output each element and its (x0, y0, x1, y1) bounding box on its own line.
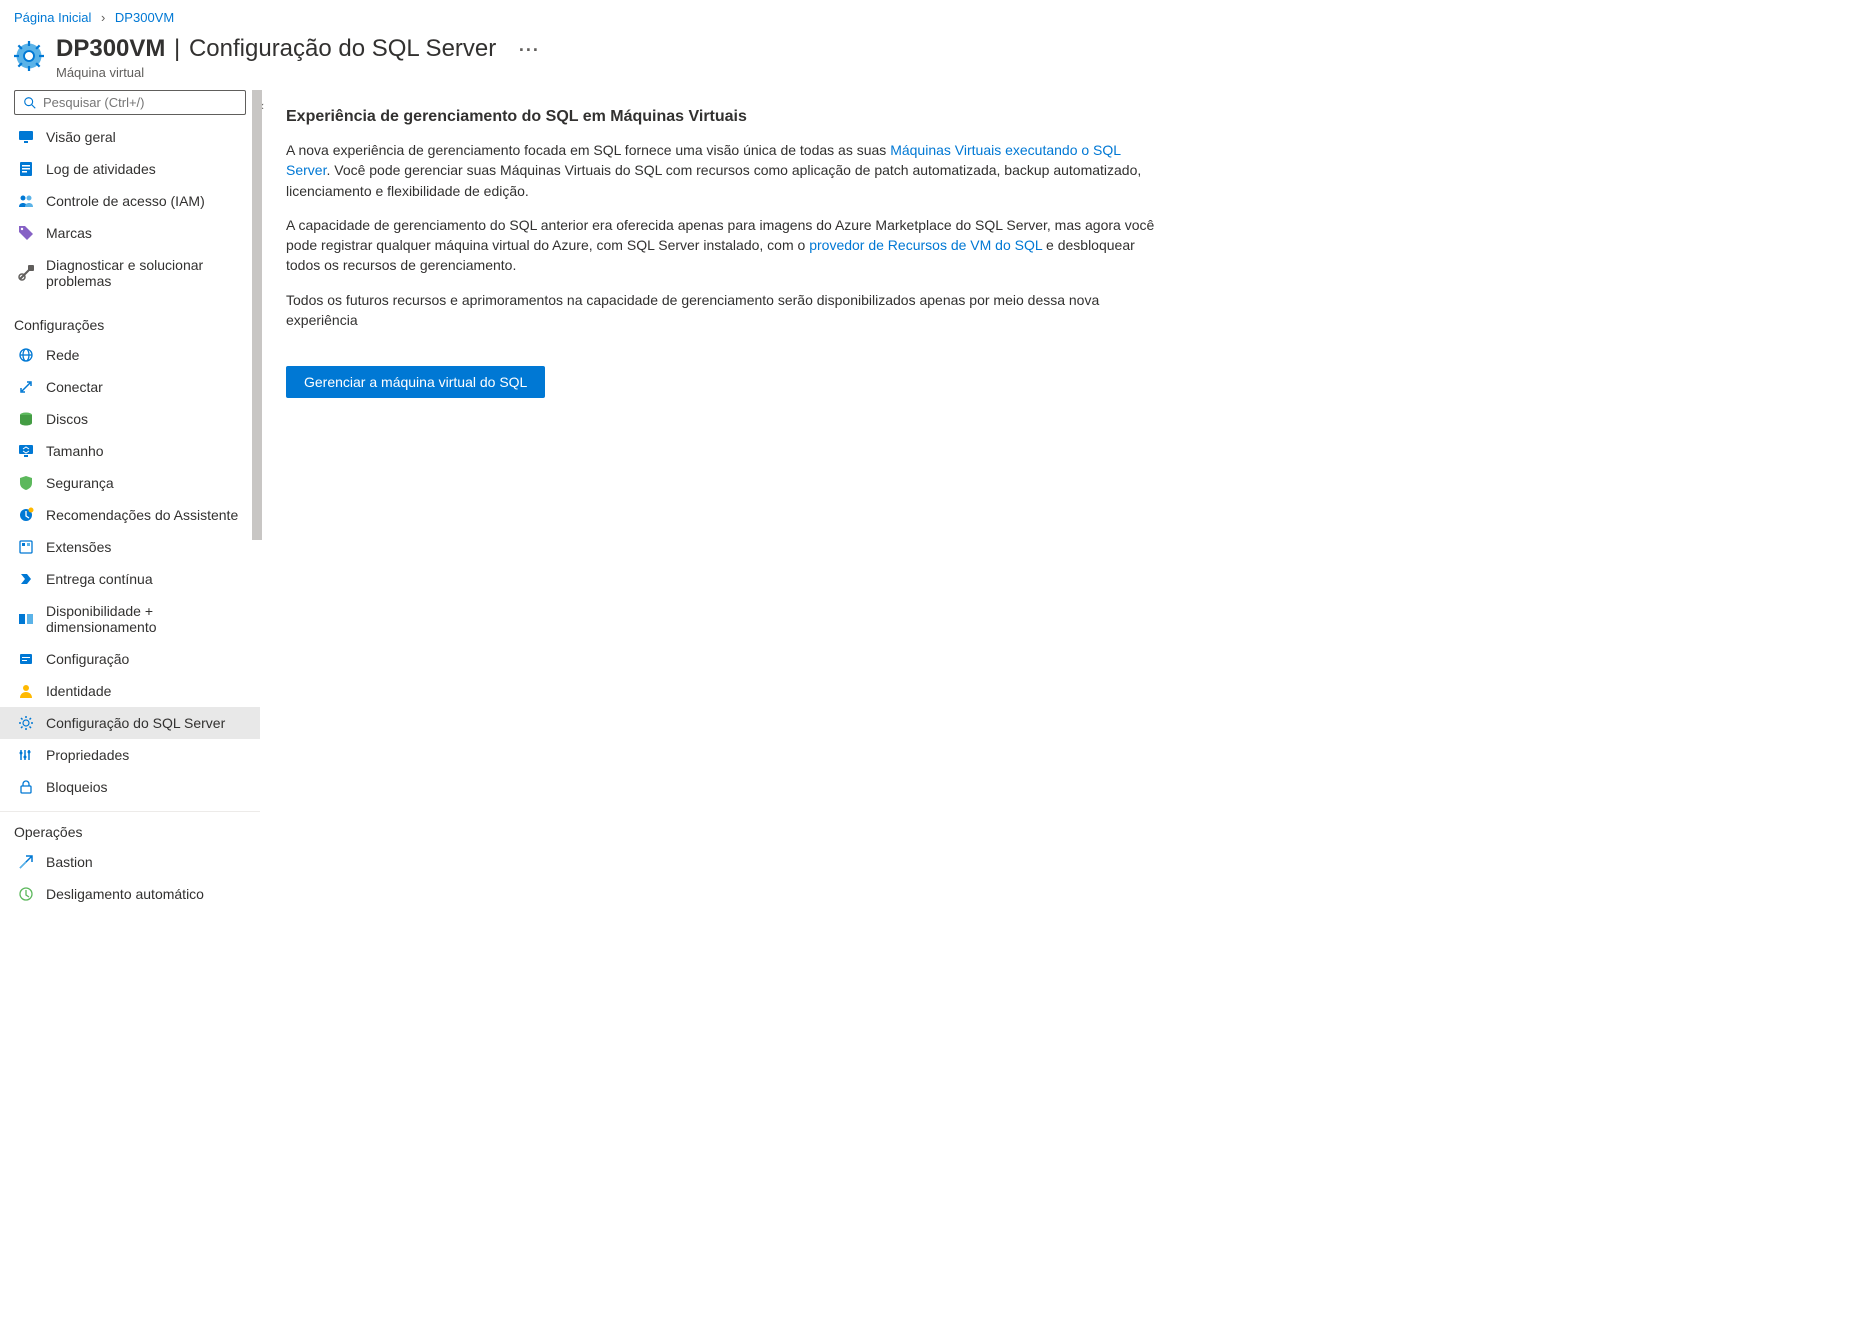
sidebar-item-extensions[interactable]: Extensões (0, 531, 260, 563)
config-icon (18, 651, 34, 667)
sidebar-item-label: Diagnosticar e solucionar problemas (46, 257, 246, 289)
sqlconfig-icon (18, 715, 34, 731)
manage-sql-vm-button[interactable]: Gerenciar a máquina virtual do SQL (286, 366, 545, 398)
sidebar-item-cd[interactable]: Entrega contínua (0, 563, 260, 595)
sidebar-item-log[interactable]: Log de atividades (0, 153, 260, 185)
extensions-icon (18, 539, 34, 555)
size-icon (18, 443, 34, 459)
sidebar-item-label: Controle de acesso (IAM) (46, 193, 205, 209)
sidebar-item-monitor[interactable]: Visão geral (0, 121, 260, 153)
diagnose-icon (18, 265, 34, 281)
content-heading: Experiência de gerenciamento do SQL em M… (286, 108, 1160, 126)
locks-icon (18, 779, 34, 795)
iam-icon (18, 193, 34, 209)
network-icon (18, 347, 34, 363)
sidebar-item-network[interactable]: Rede (0, 339, 260, 371)
sidebar-item-label: Recomendações do Assistente (46, 507, 238, 523)
sidebar-item-label: Extensões (46, 539, 111, 555)
connect-icon (18, 379, 34, 395)
advisor-icon (18, 507, 34, 523)
sidebar-group-header: Operações (0, 811, 260, 846)
breadcrumb-home[interactable]: Página Inicial (14, 10, 91, 25)
identity-icon (18, 683, 34, 699)
disks-icon (18, 411, 34, 427)
search-input-wrap[interactable] (14, 90, 246, 115)
sidebar-item-sqlconfig[interactable]: Configuração do SQL Server (0, 707, 260, 739)
page-title: DP300VM | Configuração do SQL Server ··· (56, 35, 1853, 63)
sidebar-item-label: Desligamento automático (46, 886, 204, 902)
sidebar-item-bastion[interactable]: Bastion (0, 846, 260, 878)
page-subtitle: Máquina virtual (56, 65, 1853, 80)
sidebar-item-properties[interactable]: Propriedades (0, 739, 260, 771)
content-paragraph-2: A capacidade de gerenciamento do SQL ant… (286, 215, 1160, 276)
sidebar-group-header: Configurações (0, 305, 260, 339)
sidebar-item-label: Configuração (46, 651, 129, 667)
vm-gear-icon (14, 41, 44, 71)
autoshutdown-icon (18, 886, 34, 902)
sidebar-item-connect[interactable]: Conectar (0, 371, 260, 403)
sidebar-item-locks[interactable]: Bloqueios (0, 771, 260, 803)
cd-icon (18, 571, 34, 587)
sidebar-item-label: Propriedades (46, 747, 129, 763)
content-paragraph-3: Todos os futuros recursos e aprimorament… (286, 290, 1160, 331)
sidebar-item-config[interactable]: Configuração (0, 643, 260, 675)
security-icon (18, 475, 34, 491)
sidebar-item-label: Segurança (46, 475, 114, 491)
sidebar-item-label: Conectar (46, 379, 103, 395)
more-button[interactable]: ··· (519, 40, 540, 60)
breadcrumb: Página Inicial › DP300VM (0, 0, 1853, 31)
sidebar-item-autoshutdown[interactable]: Desligamento automático (0, 878, 260, 910)
sidebar-item-label: Disponibilidade + dimensionamento (46, 603, 246, 635)
sidebar-item-identity[interactable]: Identidade (0, 675, 260, 707)
sidebar-item-availability[interactable]: Disponibilidade + dimensionamento (0, 595, 260, 643)
scrollbar-thumb[interactable] (252, 90, 262, 540)
sidebar-item-disks[interactable]: Discos (0, 403, 260, 435)
sidebar-item-label: Marcas (46, 225, 92, 241)
sidebar-item-label: Bastion (46, 854, 93, 870)
sidebar-item-security[interactable]: Segurança (0, 467, 260, 499)
sidebar-item-label: Discos (46, 411, 88, 427)
bastion-icon (18, 854, 34, 870)
sidebar-item-tag[interactable]: Marcas (0, 217, 260, 249)
availability-icon (18, 611, 34, 627)
sidebar-item-label: Identidade (46, 683, 111, 699)
sidebar-item-label: Configuração do SQL Server (46, 715, 225, 731)
sidebar-item-label: Visão geral (46, 129, 116, 145)
content-pane: Experiência de gerenciamento do SQL em M… (260, 90, 1180, 930)
scrollbar-track[interactable] (252, 90, 264, 930)
sidebar-item-label: Rede (46, 347, 79, 363)
monitor-icon (18, 129, 34, 145)
search-input[interactable] (43, 95, 237, 110)
sidebar-item-label: Log de atividades (46, 161, 156, 177)
sidebar-item-advisor[interactable]: Recomendações do Assistente (0, 499, 260, 531)
page-header: DP300VM | Configuração do SQL Server ···… (0, 31, 1853, 90)
sidebar-item-size[interactable]: Tamanho (0, 435, 260, 467)
breadcrumb-current[interactable]: DP300VM (115, 10, 174, 25)
sidebar-item-label: Tamanho (46, 443, 104, 459)
link-sql-vm-provider[interactable]: provedor de Recursos de VM do SQL (809, 237, 1042, 253)
log-icon (18, 161, 34, 177)
content-paragraph-1: A nova experiência de gerenciamento foca… (286, 140, 1160, 201)
sidebar-item-label: Bloqueios (46, 779, 108, 795)
sidebar-item-diagnose[interactable]: Diagnosticar e solucionar problemas (0, 249, 260, 297)
sidebar-item-iam[interactable]: Controle de acesso (IAM) (0, 185, 260, 217)
tag-icon (18, 225, 34, 241)
chevron-right-icon: › (101, 10, 105, 25)
sidebar-item-label: Entrega contínua (46, 571, 153, 587)
properties-icon (18, 747, 34, 763)
sidebar: « Visão geralLog de atividadesControle d… (0, 90, 260, 930)
search-icon (23, 96, 37, 110)
